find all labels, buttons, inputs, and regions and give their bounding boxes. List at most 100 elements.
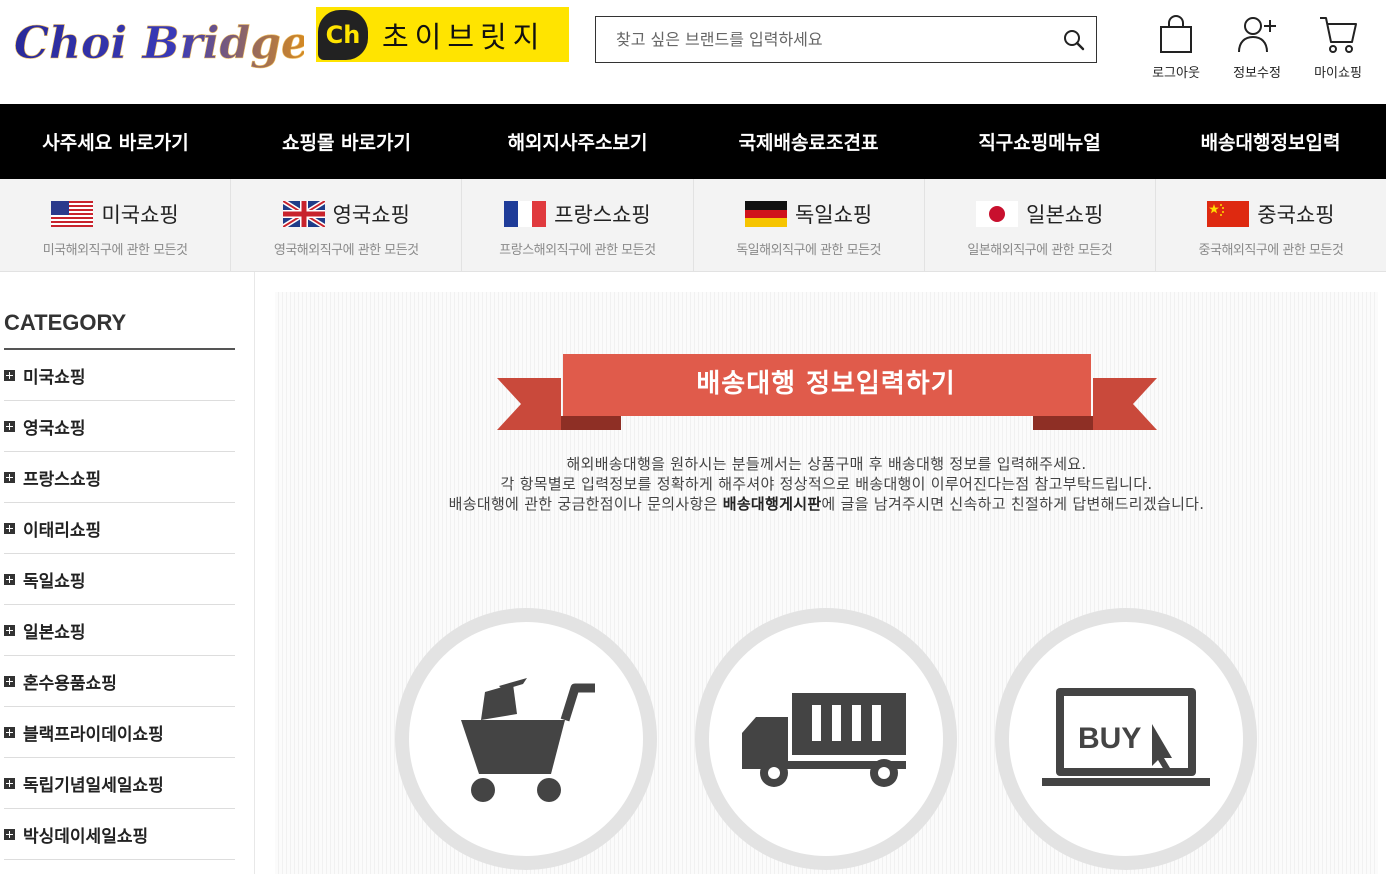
category-label: 독립기념일세일쇼핑 — [23, 775, 164, 796]
category-item-it[interactable]: 이태리쇼핑 — [4, 503, 235, 554]
germany-flag-icon — [744, 201, 787, 227]
category-item-us[interactable]: 미국쇼핑 — [4, 350, 235, 401]
country-jp[interactable]: 일본쇼핑 일본해외직구에 관한 모든것 — [925, 179, 1156, 271]
nav-item-manual[interactable]: 직구쇼핑메뉴얼 — [924, 104, 1155, 179]
expand-plus-icon — [4, 573, 15, 585]
expand-plus-icon — [4, 828, 15, 840]
expand-plus-icon — [4, 726, 15, 738]
my-shopping-link[interactable]: 마이쇼핑 — [1298, 14, 1378, 81]
category-label: 독일쇼핑 — [23, 571, 86, 592]
country-name: 일본쇼핑 — [1026, 203, 1104, 227]
cart-icon — [1320, 17, 1357, 53]
step-buy[interactable]: BUY — [995, 608, 1257, 870]
expand-plus-icon — [4, 675, 15, 687]
category-label: 프랑스쇼핑 — [23, 469, 102, 490]
edit-profile-label: 정보수정 — [1233, 66, 1281, 81]
buy-text: BUY — [1078, 722, 1141, 755]
country-name: 프랑스쇼핑 — [554, 203, 651, 227]
channel-name: 초이브릿지 — [382, 19, 546, 54]
category-label: 블랙프라이데이쇼핑 — [23, 724, 164, 745]
expand-plus-icon — [4, 420, 15, 432]
main-nav: 사주세요 바로가기 쇼핑몰 바로가기 해외지사주소보기 국제배송료조견표 직구쇼… — [0, 104, 1386, 179]
edit-profile-link[interactable]: 정보수정 — [1217, 14, 1297, 81]
brand-search — [595, 16, 1097, 63]
category-label: 이태리쇼핑 — [23, 520, 102, 541]
china-flag-icon — [1207, 201, 1250, 227]
delivery-truck-icon — [742, 693, 906, 787]
country-name: 중국쇼핑 — [1257, 203, 1335, 227]
logout-link[interactable]: 로그아웃 — [1136, 14, 1216, 81]
category-label: 일본쇼핑 — [23, 622, 86, 643]
step-purchase[interactable] — [395, 608, 657, 870]
country-name: 독일쇼핑 — [794, 203, 873, 227]
step-shipping[interactable] — [695, 608, 957, 870]
shopping-cart-icon — [461, 678, 595, 802]
category-item-uk[interactable]: 영국쇼핑 — [4, 401, 235, 452]
intro-line-3-post: 에 글을 남겨주시면 신속하고 친절하게 답변해드리겠습니다. — [821, 495, 1205, 513]
country-de[interactable]: 독일쇼핑 독일해외직구에 관한 모든것 — [694, 179, 925, 271]
ribbon-title: 배송대행 정보입력하기 — [696, 368, 956, 399]
choi-bridge-logo-icon: Choi Bridge — [14, 18, 310, 70]
search-input[interactable] — [596, 17, 1052, 62]
category-item-wedding[interactable]: 혼수용품쇼핑 — [4, 656, 235, 707]
category-list: 미국쇼핑 영국쇼핑 프랑스쇼핑 이태리쇼핑 독일쇼핑 일본쇼핑 혼수용품쇼핑 블… — [4, 350, 235, 860]
laptop-buy-icon: BUY — [1042, 688, 1210, 786]
kakao-channel-banner[interactable]: Ch 초이브릿지 — [316, 7, 569, 62]
intro-text: 해외배송대행을 원하시는 분들께서는 상품구매 후 배송대행 정보를 입력해주세… — [275, 454, 1378, 514]
country-subtitle: 영국해외직구에 관한 모든것 — [273, 243, 419, 258]
us-flag-icon — [51, 201, 94, 227]
country-fr[interactable]: 프랑스쇼핑 프랑스해외직구에 관한 모든것 — [462, 179, 694, 271]
country-name: 미국쇼핑 — [101, 203, 179, 227]
user-add-icon — [1238, 17, 1276, 53]
shopping-bag-icon — [1160, 15, 1192, 53]
intro-line-1: 해외배송대행을 원하시는 분들께서는 상품구매 후 배송대행 정보를 입력해주세… — [566, 455, 1087, 473]
country-subtitle: 미국해외직구에 관한 모든것 — [42, 243, 188, 258]
japan-flag-icon — [976, 201, 1019, 227]
expand-plus-icon — [4, 777, 15, 789]
category-item-independence-day[interactable]: 독립기념일세일쇼핑 — [4, 758, 235, 809]
site-logo[interactable]: Choi Bridge — [12, 8, 310, 78]
category-title: CATEGORY — [4, 310, 127, 335]
category-item-jp[interactable]: 일본쇼핑 — [4, 605, 235, 656]
shipping-info-content: 배송대행 정보입력하기 해외배송대행을 원하시는 분들께서는 상품구매 후 배송… — [275, 292, 1378, 874]
search-button[interactable] — [1052, 18, 1096, 62]
search-icon — [1064, 29, 1085, 50]
logout-label: 로그아웃 — [1152, 66, 1200, 81]
country-cn[interactable]: 중국쇼핑 중국해외직구에 관한 모든것 — [1156, 179, 1386, 271]
board-link[interactable]: 배송대행게시판 — [723, 495, 822, 513]
category-label: 영국쇼핑 — [23, 418, 86, 439]
nav-item-shopping-malls[interactable]: 쇼핑몰 바로가기 — [231, 104, 462, 179]
country-subtitle: 독일해외직구에 관한 모든것 — [736, 243, 881, 258]
country-name: 영국쇼핑 — [332, 203, 410, 227]
intro-line-3: 배송대행에 관한 궁금한점이나 문의사항은 배송대행게시판에 글을 남겨주시면 … — [275, 494, 1378, 514]
country-shopping-bar: 미국쇼핑 미국해외직구에 관한 모든것 영국쇼핑 영국해외직구에 관한 모든것 … — [0, 179, 1386, 272]
intro-line-2: 각 항목별로 입력정보를 정확하게 해주셔야 정상적으로 배송대행이 이루어진다… — [500, 475, 1153, 493]
expand-plus-icon — [4, 522, 15, 534]
uk-flag-icon — [282, 201, 325, 227]
category-label: 미국쇼핑 — [23, 367, 86, 388]
category-label: 박싱데이세일쇼핑 — [23, 826, 149, 847]
category-sidebar: CATEGORY 미국쇼핑 영국쇼핑 프랑스쇼핑 이태리쇼핑 독일쇼핑 일본쇼핑… — [0, 272, 255, 874]
nav-item-overseas-address[interactable]: 해외지사주소보기 — [462, 104, 693, 179]
country-subtitle: 중국해외직구에 관한 모든것 — [1198, 243, 1344, 258]
expand-plus-icon — [4, 369, 15, 381]
category-item-de[interactable]: 독일쇼핑 — [4, 554, 235, 605]
country-subtitle: 일본해외직구에 관한 모든것 — [967, 243, 1113, 258]
expand-plus-icon — [4, 624, 15, 636]
country-subtitle: 프랑스해외직구에 관한 모든것 — [499, 243, 656, 258]
nav-item-shipping-rates[interactable]: 국제배송료조견표 — [693, 104, 924, 179]
channel-badge: Ch — [318, 9, 368, 60]
france-flag-icon — [504, 201, 547, 227]
intro-line-3-pre: 배송대행에 관한 궁금한점이나 문의사항은 — [448, 495, 723, 513]
country-uk[interactable]: 영국쇼핑 영국해외직구에 관한 모든것 — [231, 179, 463, 271]
category-item-fr[interactable]: 프랑스쇼핑 — [4, 452, 235, 503]
nav-item-shipping-info[interactable]: 배송대행정보입력 — [1155, 104, 1386, 179]
svg-text:Choi Bridge: Choi Bridge — [14, 18, 304, 69]
category-item-black-friday[interactable]: 블랙프라이데이쇼핑 — [4, 707, 235, 758]
country-us[interactable]: 미국쇼핑 미국해외직구에 관한 모든것 — [0, 179, 232, 271]
expand-plus-icon — [4, 471, 15, 483]
site-header: Choi Bridge Ch 초이브릿지 로그아웃 — [0, 0, 1386, 104]
category-item-boxing-day[interactable]: 박싱데이세일쇼핑 — [4, 809, 235, 860]
nav-item-buy-for-me[interactable]: 사주세요 바로가기 — [0, 104, 231, 179]
category-label: 혼수용품쇼핑 — [23, 673, 117, 694]
